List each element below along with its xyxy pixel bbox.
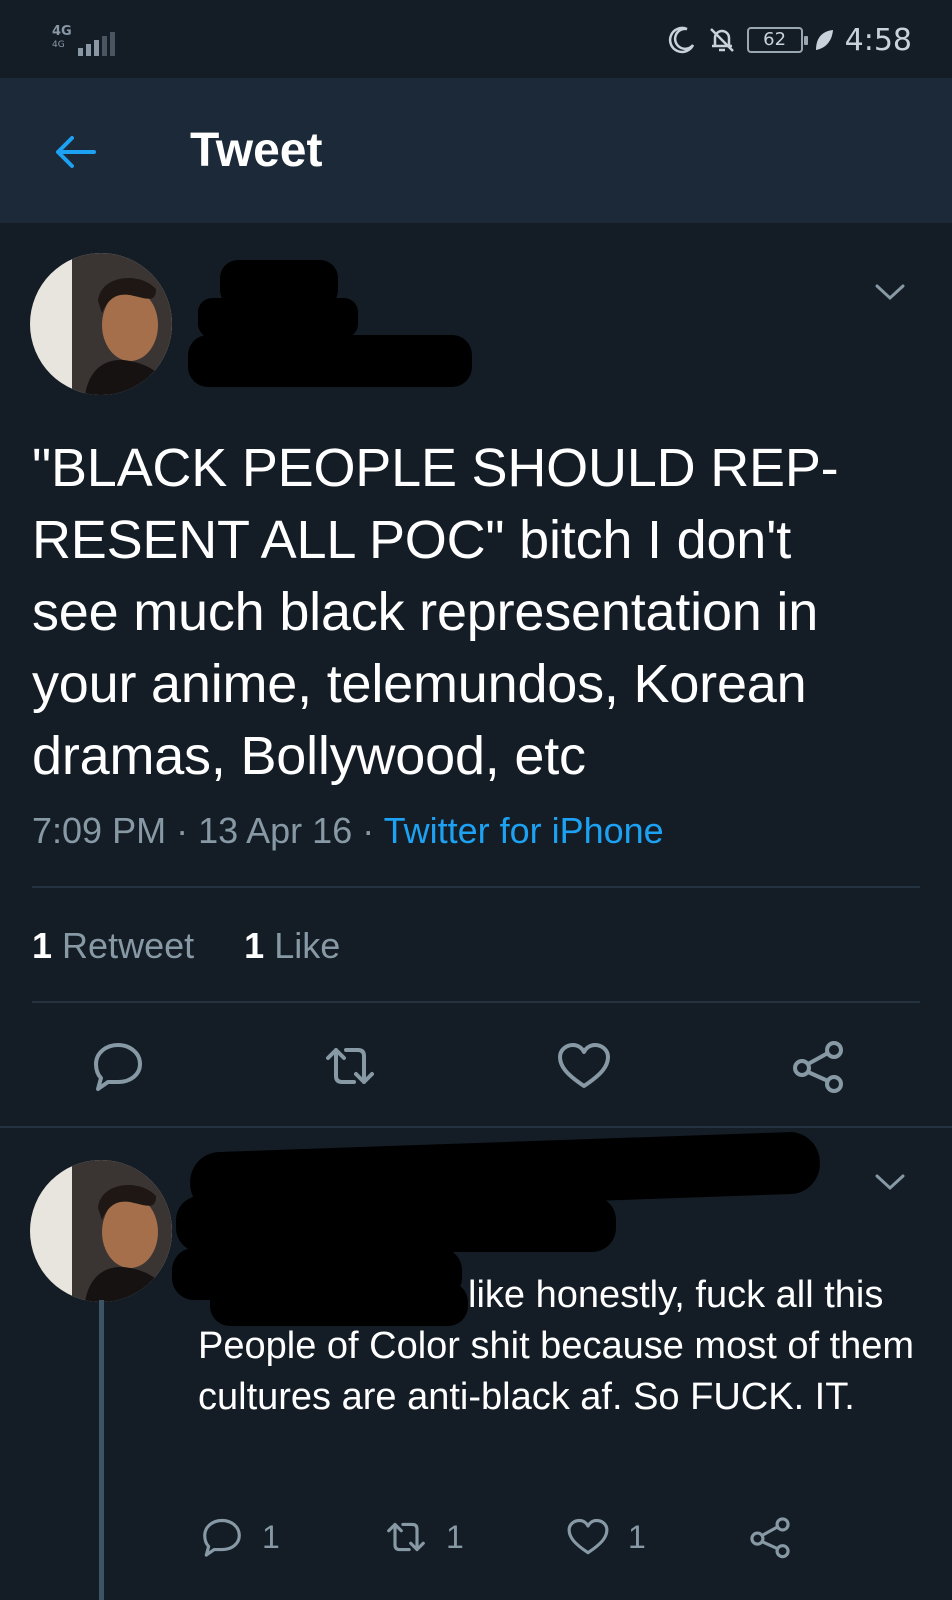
like-label[interactable]: Like: [274, 925, 340, 966]
reply-icon[interactable]: [200, 1515, 244, 1559]
author-avatar[interactable]: [30, 253, 172, 395]
share-icon[interactable]: [748, 1515, 792, 1559]
avatar-image: [30, 253, 172, 395]
back-arrow-icon[interactable]: [50, 128, 98, 176]
reply-text: @ like honestly, fuck all this People of…: [198, 1270, 918, 1423]
divider: [32, 1001, 920, 1003]
share-icon[interactable]: [790, 1038, 846, 1094]
reply-author-avatar[interactable]: [30, 1160, 172, 1302]
reply-share-action[interactable]: [748, 1515, 792, 1559]
top-app-bar: Tweet: [0, 78, 952, 223]
section-divider: [0, 1126, 952, 1128]
tweet-stats: 1 Retweet 1 Like: [32, 925, 340, 967]
meta-separator: ·: [176, 810, 199, 851]
reply-retweet-count: 1: [446, 1518, 464, 1555]
reply-body: like honestly, fuck all this People of C…: [198, 1274, 915, 1418]
reply-like-action[interactable]: 1: [566, 1515, 646, 1559]
signal-indicator: 4G 4G: [52, 24, 115, 58]
network-type-sub: 4G: [52, 40, 65, 50]
signal-bars-icon: [78, 32, 115, 56]
retweet-count[interactable]: 1: [32, 925, 52, 966]
reply-menu-chevron-icon[interactable]: [874, 1172, 906, 1192]
tweet-time: 7:09 PM: [32, 810, 167, 851]
reply-retweet-action[interactable]: 1: [384, 1515, 464, 1559]
leaf-icon: [815, 30, 833, 50]
divider: [32, 886, 920, 888]
status-icons: 62 4:58: [667, 22, 912, 58]
meta-separator: ·: [362, 810, 384, 851]
redacted-reply-handle: [176, 1196, 616, 1252]
thread-connector-line: [99, 1300, 104, 1600]
status-time: 4:58: [844, 22, 912, 58]
tweet-source-link[interactable]: Twitter for iPhone: [384, 810, 664, 851]
status-bar: 4G 4G 62 4:58: [0, 0, 952, 78]
bell-off-icon: [709, 28, 734, 52]
redacted-handle-extended: [188, 335, 472, 387]
reply-like-count: 1: [628, 1518, 646, 1555]
retweet-icon[interactable]: [384, 1515, 428, 1559]
moon-icon: [668, 26, 694, 54]
network-type: 4G: [52, 24, 72, 39]
like-count[interactable]: 1: [244, 925, 264, 966]
reply-count: 1: [262, 1518, 280, 1555]
avatar-image: [30, 1160, 172, 1302]
battery-indicator: 62: [746, 27, 808, 53]
tweet-meta: 7:09 PM · 13 Apr 16 · Twitter for iPhone: [32, 810, 664, 852]
reply-reply-action[interactable]: 1: [200, 1515, 280, 1559]
tweet-menu-chevron-icon[interactable]: [874, 282, 906, 302]
reply-icon[interactable]: [90, 1038, 146, 1094]
redacted-handle: [198, 298, 358, 338]
page-title: Tweet: [190, 124, 323, 177]
retweet-label[interactable]: Retweet: [62, 925, 194, 966]
tweet-date: 13 Apr 16: [198, 810, 353, 851]
retweet-icon[interactable]: [322, 1038, 378, 1094]
tweet-text: "BLACK PEOPLE SHOULD REP- RESENT ALL POC…: [32, 438, 839, 786]
like-heart-icon[interactable]: [566, 1515, 610, 1559]
like-heart-icon[interactable]: [556, 1038, 612, 1094]
